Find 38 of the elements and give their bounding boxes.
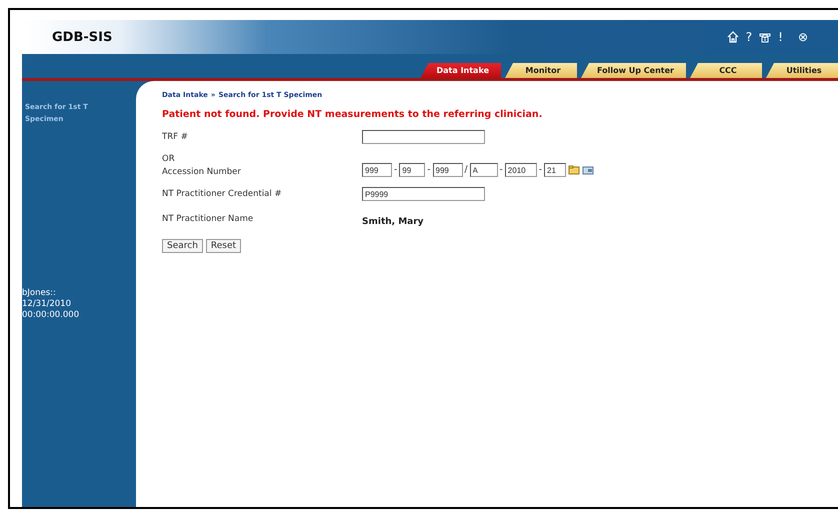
user-name: bJones:: [22, 288, 57, 299]
field-label: Accession Number [162, 167, 242, 177]
separator: - [394, 165, 398, 175]
trf-field[interactable] [362, 130, 485, 144]
separator: - [538, 165, 542, 175]
nav-tab[interactable]: Follow Up Center [581, 63, 686, 78]
alert-icon[interactable]: ! [778, 30, 783, 44]
practitioner-name: Smith, Mary [362, 216, 425, 227]
nav-tab[interactable]: Utilities [766, 63, 838, 78]
or-label: OR [162, 154, 176, 164]
help-icon[interactable]: ? [746, 30, 752, 44]
error-message: Patient not found. Provide NT measurements to the referring clinician. [162, 109, 544, 120]
accession-segment-field[interactable]: 999 [432, 163, 462, 177]
form-button[interactable]: Search [162, 239, 203, 253]
field-label: NT Practitioner Name [162, 214, 254, 224]
folder-icon[interactable] [568, 165, 580, 175]
nav-tab[interactable]: CCC [690, 63, 762, 78]
field-label: NT Practitioner Credential # [162, 189, 283, 199]
phone-icon[interactable] [759, 31, 772, 43]
accession-segment-field[interactable]: 999 [362, 163, 392, 177]
accession-segment-field[interactable]: 2010 [504, 163, 537, 177]
form-button[interactable]: Reset [206, 239, 242, 253]
login-time: 00:00:00.000 [22, 310, 80, 321]
nav-tab[interactable]: Data Intake [420, 63, 501, 78]
separator: / [464, 165, 468, 175]
field-label: TRF # [162, 132, 189, 142]
home-icon[interactable] [726, 31, 739, 43]
card-icon[interactable] [582, 165, 594, 175]
login-date: 12/31/2010 [22, 299, 72, 310]
accession-segment-field[interactable]: 99 [399, 163, 426, 177]
nav-tab[interactable]: Monitor [505, 63, 577, 78]
credential-field[interactable]: P9999 [362, 187, 485, 201]
accession-segment-field[interactable]: 21 [544, 163, 566, 177]
logo: GDB-SIS [52, 30, 112, 44]
separator: - [500, 165, 503, 175]
close-icon[interactable]: ⊗ [798, 30, 808, 44]
accession-segment-field[interactable]: A [470, 163, 498, 177]
separator: - [427, 165, 430, 175]
